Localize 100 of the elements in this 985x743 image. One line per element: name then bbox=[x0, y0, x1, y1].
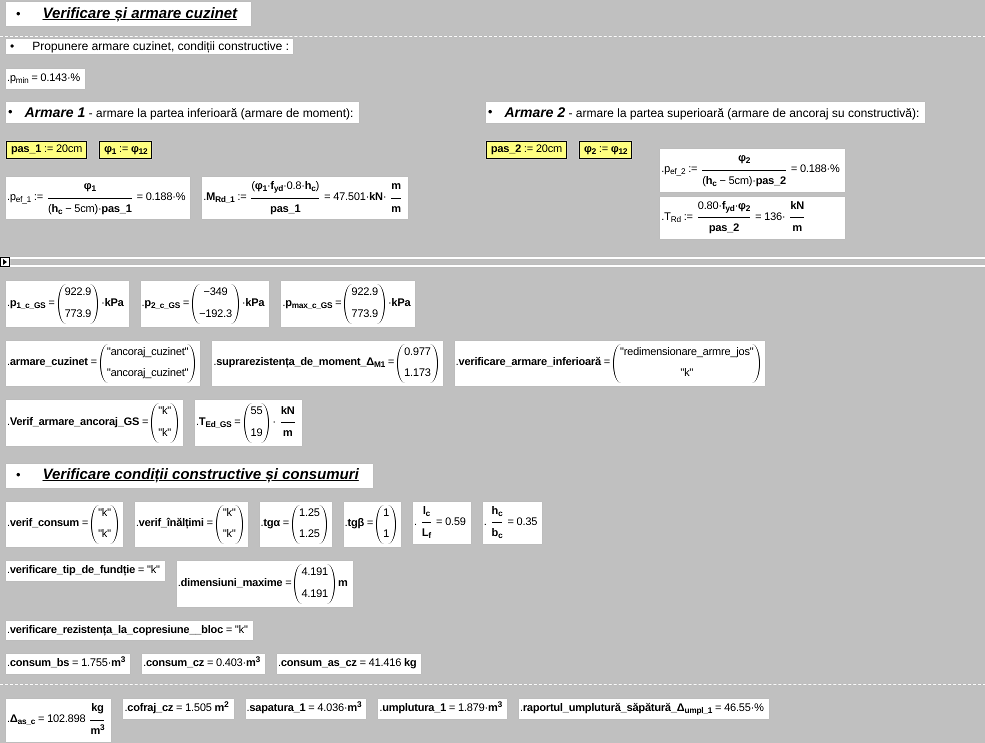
math-text: .Δ$_{as_c}$ = 102.898 bbox=[7, 713, 86, 728]
math-text: .T$_{Rd}$ := bbox=[661, 210, 693, 225]
matrix-entry: "k" bbox=[98, 506, 111, 520]
bullet: • bbox=[488, 104, 492, 120]
math-text: . bbox=[484, 516, 487, 530]
matrix-entry: 922.9 bbox=[351, 286, 378, 300]
denominator: pas_2 bbox=[708, 222, 740, 236]
denominator: m bbox=[391, 202, 401, 216]
math-text: pas_2 := 20cm bbox=[490, 143, 562, 157]
math-text: = 136· bbox=[755, 210, 786, 225]
matrix-entry: "k" bbox=[158, 405, 171, 419]
math-text: .p$_{1_c_GS}$ = bbox=[7, 296, 55, 311]
matrix-entry: "k" bbox=[158, 426, 171, 440]
matrix-entry: 0.977 bbox=[404, 346, 431, 360]
heading-title: Verificare și armare cuzinet bbox=[42, 4, 238, 24]
math-text: ·kPa bbox=[242, 296, 264, 311]
matrix-entry: 55 bbox=[250, 405, 262, 419]
matrix-entry: 1.25 bbox=[299, 506, 320, 520]
section-title-text: Armare 1 - armare la partea inferioară (armare de moment): bbox=[24, 104, 354, 121]
matrix-entry: "ancoraj_cuzinet" bbox=[106, 346, 188, 360]
math-text: .verif_înălțimi = bbox=[136, 517, 213, 532]
math-text: = 0.35 bbox=[507, 516, 538, 530]
matrix-entry: 4.191 bbox=[301, 588, 328, 602]
bullet: • bbox=[16, 467, 21, 484]
section-title-text: Armare 2 - armare la partea superioară (armare de ancoraj su constructivă): bbox=[504, 104, 920, 121]
denominator: L$_{f}$ bbox=[422, 527, 431, 541]
math-text: ·kPa bbox=[388, 296, 410, 311]
collapse-marker-icon[interactable] bbox=[0, 257, 10, 267]
denominator: (h$_{c}$ − 5cm)·pas_1 bbox=[48, 202, 132, 216]
math-text: .p$_{ef_2}$ := bbox=[661, 163, 698, 178]
math-text: φ$_{1}$ := φ$_{12}$ bbox=[104, 143, 148, 157]
math-text: .p$_{min}$ = 0.143·% bbox=[7, 72, 80, 86]
matrix-entry: "ancoraj_cuzinet" bbox=[106, 367, 188, 381]
math-text: .T$_{Ed_GS}$ = bbox=[196, 416, 241, 430]
matrix-entry: "redimensionare_armre_jos" bbox=[620, 346, 754, 360]
math-text: .M$_{Rd_1}$ := bbox=[203, 191, 246, 205]
math-text: . bbox=[414, 516, 417, 530]
matrix-entry: 19 bbox=[250, 426, 262, 440]
math-text: = 0.188·% bbox=[790, 163, 840, 178]
math-text: .verif_consum = bbox=[7, 517, 88, 532]
matrix-entry: 1.25 bbox=[299, 528, 320, 542]
matrix-entry: "k" bbox=[222, 506, 236, 520]
denominator: m$^{3}$ bbox=[90, 724, 104, 738]
math-text: m bbox=[338, 576, 348, 591]
matrix-entry: 1 bbox=[383, 528, 390, 542]
bullet: • bbox=[10, 39, 14, 54]
matrix-entry: 1 bbox=[383, 506, 390, 520]
matrix-entry: 773.9 bbox=[351, 308, 378, 322]
math-text: · bbox=[272, 416, 276, 430]
math-text: .suprarezistența_de_moment_Δ$_{M1}$ = bbox=[213, 356, 394, 370]
math-text: = 47.501·kN· bbox=[324, 191, 386, 205]
math-text: .raportul_umplutură_săpătură_Δ$_{umpl_1}$ = 46.55·% bbox=[520, 702, 764, 716]
numerator: φ$_{1}$ bbox=[84, 180, 96, 194]
numerator: 0.80·f$_{yd}$·φ$_{2}$ bbox=[698, 200, 750, 214]
math-text: .p$_{ef_1}$ := bbox=[7, 191, 43, 205]
math-text: φ$_{2}$ := φ$_{12}$ bbox=[584, 143, 628, 157]
math-text: .p$_{2_c_GS}$ = bbox=[142, 296, 190, 311]
math-text: pas_1 := 20cm bbox=[11, 143, 82, 157]
numerator: φ$_{2}$ bbox=[738, 152, 750, 166]
bullet: • bbox=[16, 6, 21, 22]
denominator: b$_{c}$ bbox=[492, 527, 502, 541]
math-text: .armare_cuzinet = bbox=[7, 356, 97, 370]
bullet: • bbox=[8, 104, 13, 120]
math-text: .tgβ = bbox=[344, 517, 374, 532]
matrix-entry: 922.9 bbox=[64, 286, 92, 300]
math-text: .consum_bs = 1.755·m$^{3}$ bbox=[7, 657, 126, 671]
denominator: m bbox=[282, 427, 292, 441]
math-text: .consum_as_cz = 41.416 kg bbox=[278, 657, 416, 671]
note-text: Propunere armare cuzinet, condiții constructive : bbox=[32, 39, 289, 54]
denominator: pas_1 bbox=[270, 202, 300, 216]
math-text: .dimensiuni_maxime = bbox=[178, 576, 292, 591]
matrix-entry: "k" bbox=[98, 528, 111, 542]
matrix-entry: "k" bbox=[222, 528, 236, 542]
numerator: m bbox=[391, 180, 401, 194]
matrix-entry: −192.3 bbox=[199, 308, 232, 322]
math-text: .sapatura_1 = 4.036·m$^{3}$ bbox=[246, 702, 362, 716]
matrix-entry: 773.9 bbox=[64, 308, 92, 322]
numerator: kN bbox=[790, 200, 804, 214]
numerator: kg bbox=[91, 702, 104, 716]
numerator: (φ$_{1}$·f$_{yd}$·0.8·h$_{c}$) bbox=[251, 180, 320, 194]
heading-title: Verificare condiții constructive și consumuri bbox=[42, 466, 359, 485]
math-text: .Verif_armare_ancoraj_GS = bbox=[7, 416, 148, 430]
math-text: = 0.59 bbox=[436, 516, 466, 530]
numerator: h$_{c}$ bbox=[492, 504, 502, 518]
matrix-entry: "k" bbox=[680, 367, 694, 381]
math-text: .cofraj_cz = 1.505 m$^{2}$ bbox=[124, 702, 228, 716]
math-text: ·kPa bbox=[101, 296, 124, 311]
math-text: .umplutura_1 = 1.879·m$^{3}$ bbox=[379, 702, 502, 716]
math-text: .tgα = bbox=[260, 517, 290, 532]
numerator: kN bbox=[280, 404, 295, 418]
matrix-entry: 1.173 bbox=[404, 367, 431, 381]
denominator: m bbox=[792, 222, 802, 236]
math-text: .consum_cz = 0.403·m$^{3}$ bbox=[143, 657, 260, 671]
denominator: (h$_{c}$ − 5cm)·pas_2 bbox=[702, 174, 786, 188]
matrix-entry: 4.191 bbox=[301, 566, 328, 580]
math-text: .verificare_tip_de_fundție = "k" bbox=[7, 564, 160, 578]
numerator: l$_{c}$ bbox=[422, 504, 430, 518]
math-text: .p$_{max_c_GS}$ = bbox=[282, 296, 342, 311]
math-text: = 0.188·% bbox=[136, 191, 186, 205]
math-text: .verificare_armare_inferioară = bbox=[456, 356, 610, 370]
